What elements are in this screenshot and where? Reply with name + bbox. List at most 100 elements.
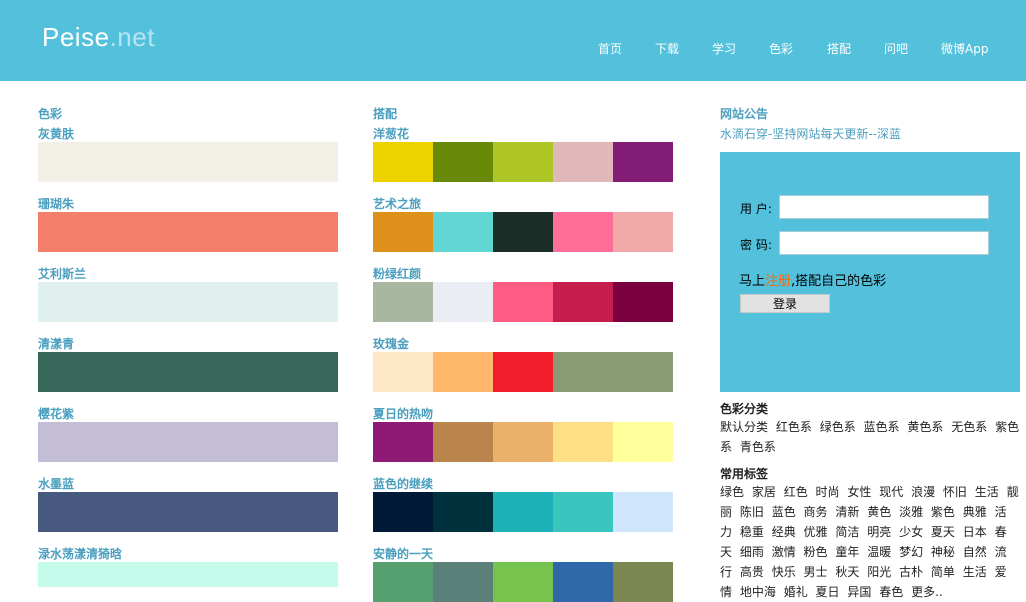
tag-link[interactable]: 神秘 [931, 545, 955, 559]
tag-link[interactable]: 夏天 [931, 525, 955, 539]
tag-link[interactable]: 简单 [931, 565, 955, 579]
scheme-color-chip[interactable] [433, 422, 493, 462]
tag-link[interactable]: 更多.. [911, 585, 943, 599]
category-link[interactable]: 青色系 [740, 440, 776, 454]
color-name[interactable]: 清漾青 [38, 335, 74, 352]
tag-link[interactable]: 浪漫 [911, 485, 935, 499]
scheme-color-chip[interactable] [373, 492, 433, 532]
scheme-palette[interactable] [373, 142, 673, 182]
scheme-color-chip[interactable] [553, 562, 613, 602]
tag-link[interactable]: 红色 [784, 485, 808, 499]
password-input[interactable] [779, 231, 989, 255]
scheme-palette[interactable] [373, 212, 673, 252]
tag-link[interactable]: 婚礼 [784, 585, 808, 599]
scheme-color-chip[interactable] [613, 422, 673, 462]
scheme-color-chip[interactable] [493, 492, 553, 532]
scheme-name[interactable]: 安静的一天 [373, 545, 433, 562]
tag-link[interactable]: 家居 [752, 485, 776, 499]
color-name[interactable]: 樱花紫 [38, 405, 74, 422]
tag-link[interactable]: 优雅 [804, 525, 828, 539]
login-button[interactable]: 登录 [740, 294, 830, 313]
scheme-color-chip[interactable] [493, 562, 553, 602]
scheme-color-chip[interactable] [373, 212, 433, 252]
color-swatch[interactable] [38, 422, 338, 462]
scheme-color-chip[interactable] [373, 282, 433, 322]
tag-link[interactable]: 典雅 [963, 505, 987, 519]
nav-weibo-app[interactable]: 微博App [941, 40, 988, 57]
scheme-name[interactable]: 玫瑰金 [373, 335, 409, 352]
color-swatch[interactable] [38, 212, 338, 252]
scheme-color-chip[interactable] [433, 562, 493, 602]
scheme-color-chip[interactable] [553, 212, 613, 252]
scheme-color-chip[interactable] [613, 282, 673, 322]
scheme-color-chip[interactable] [493, 352, 553, 392]
scheme-name[interactable]: 蓝色的继续 [373, 475, 433, 492]
scheme-palette[interactable] [373, 492, 673, 532]
scheme-color-chip[interactable] [553, 282, 613, 322]
tag-link[interactable]: 生活 [963, 565, 987, 579]
color-name[interactable]: 灰黄肤 [38, 125, 74, 142]
register-link[interactable]: 注册 [765, 274, 791, 289]
tag-link[interactable]: 夏日 [816, 585, 840, 599]
tag-link[interactable]: 异国 [847, 585, 871, 599]
scheme-color-chip[interactable] [613, 562, 673, 602]
tag-link[interactable]: 细雨 [740, 545, 764, 559]
category-link[interactable]: 黄色系 [907, 420, 943, 434]
scheme-color-chip[interactable] [433, 142, 493, 182]
tag-link[interactable]: 古朴 [899, 565, 923, 579]
color-swatch[interactable] [38, 282, 338, 322]
tag-link[interactable]: 淡雅 [899, 505, 923, 519]
color-name[interactable]: 艾利斯兰 [38, 265, 86, 282]
scheme-color-chip[interactable] [553, 142, 613, 182]
scheme-color-chip[interactable] [493, 212, 553, 252]
tag-link[interactable]: 快乐 [772, 565, 796, 579]
tag-link[interactable]: 陈旧 [740, 505, 764, 519]
nav-ask[interactable]: 问吧 [884, 40, 908, 57]
scheme-palette[interactable] [373, 352, 673, 392]
nav-learn[interactable]: 学习 [712, 40, 736, 57]
scheme-color-chip[interactable] [613, 142, 673, 182]
username-input[interactable] [779, 195, 989, 219]
tag-link[interactable]: 现代 [879, 485, 903, 499]
tag-link[interactable]: 男士 [804, 565, 828, 579]
scheme-color-chip[interactable] [373, 352, 433, 392]
site-logo[interactable]: Peise.net [42, 22, 155, 53]
scheme-color-chip[interactable] [493, 422, 553, 462]
scheme-palette[interactable] [373, 282, 673, 322]
tag-link[interactable]: 梦幻 [899, 545, 923, 559]
nav-colors[interactable]: 色彩 [769, 40, 793, 57]
color-name[interactable]: 水墨蓝 [38, 475, 74, 492]
tag-link[interactable]: 蓝色 [772, 505, 796, 519]
color-name[interactable]: 渌水荡漾清猗晗 [38, 545, 122, 562]
category-link[interactable]: 红色系 [776, 420, 812, 434]
category-link[interactable]: 绿色系 [820, 420, 856, 434]
color-swatch[interactable] [38, 142, 338, 182]
tag-link[interactable]: 紫色 [931, 505, 955, 519]
tag-link[interactable]: 少女 [899, 525, 923, 539]
color-swatch[interactable] [38, 352, 338, 392]
tag-link[interactable]: 怀旧 [943, 485, 967, 499]
scheme-color-chip[interactable] [553, 352, 613, 392]
tag-link[interactable]: 秋天 [835, 565, 859, 579]
tag-link[interactable]: 商务 [804, 505, 828, 519]
scheme-name[interactable]: 粉绿红颜 [373, 265, 421, 282]
scheme-color-chip[interactable] [433, 492, 493, 532]
tag-link[interactable]: 温暖 [867, 545, 891, 559]
tag-link[interactable]: 时尚 [816, 485, 840, 499]
scheme-color-chip[interactable] [493, 282, 553, 322]
scheme-color-chip[interactable] [613, 212, 673, 252]
tag-link[interactable]: 黄色 [867, 505, 891, 519]
color-name[interactable]: 珊瑚朱 [38, 195, 74, 212]
scheme-color-chip[interactable] [373, 562, 433, 602]
tag-link[interactable]: 激情 [772, 545, 796, 559]
scheme-color-chip[interactable] [553, 492, 613, 532]
tag-link[interactable]: 阳光 [867, 565, 891, 579]
tag-link[interactable]: 粉色 [804, 545, 828, 559]
scheme-color-chip[interactable] [493, 142, 553, 182]
tag-link[interactable]: 女性 [847, 485, 871, 499]
color-swatch[interactable] [38, 562, 338, 587]
nav-schemes[interactable]: 搭配 [827, 40, 851, 57]
tag-link[interactable]: 日本 [963, 525, 987, 539]
category-link[interactable]: 无色系 [951, 420, 987, 434]
scheme-color-chip[interactable] [433, 282, 493, 322]
